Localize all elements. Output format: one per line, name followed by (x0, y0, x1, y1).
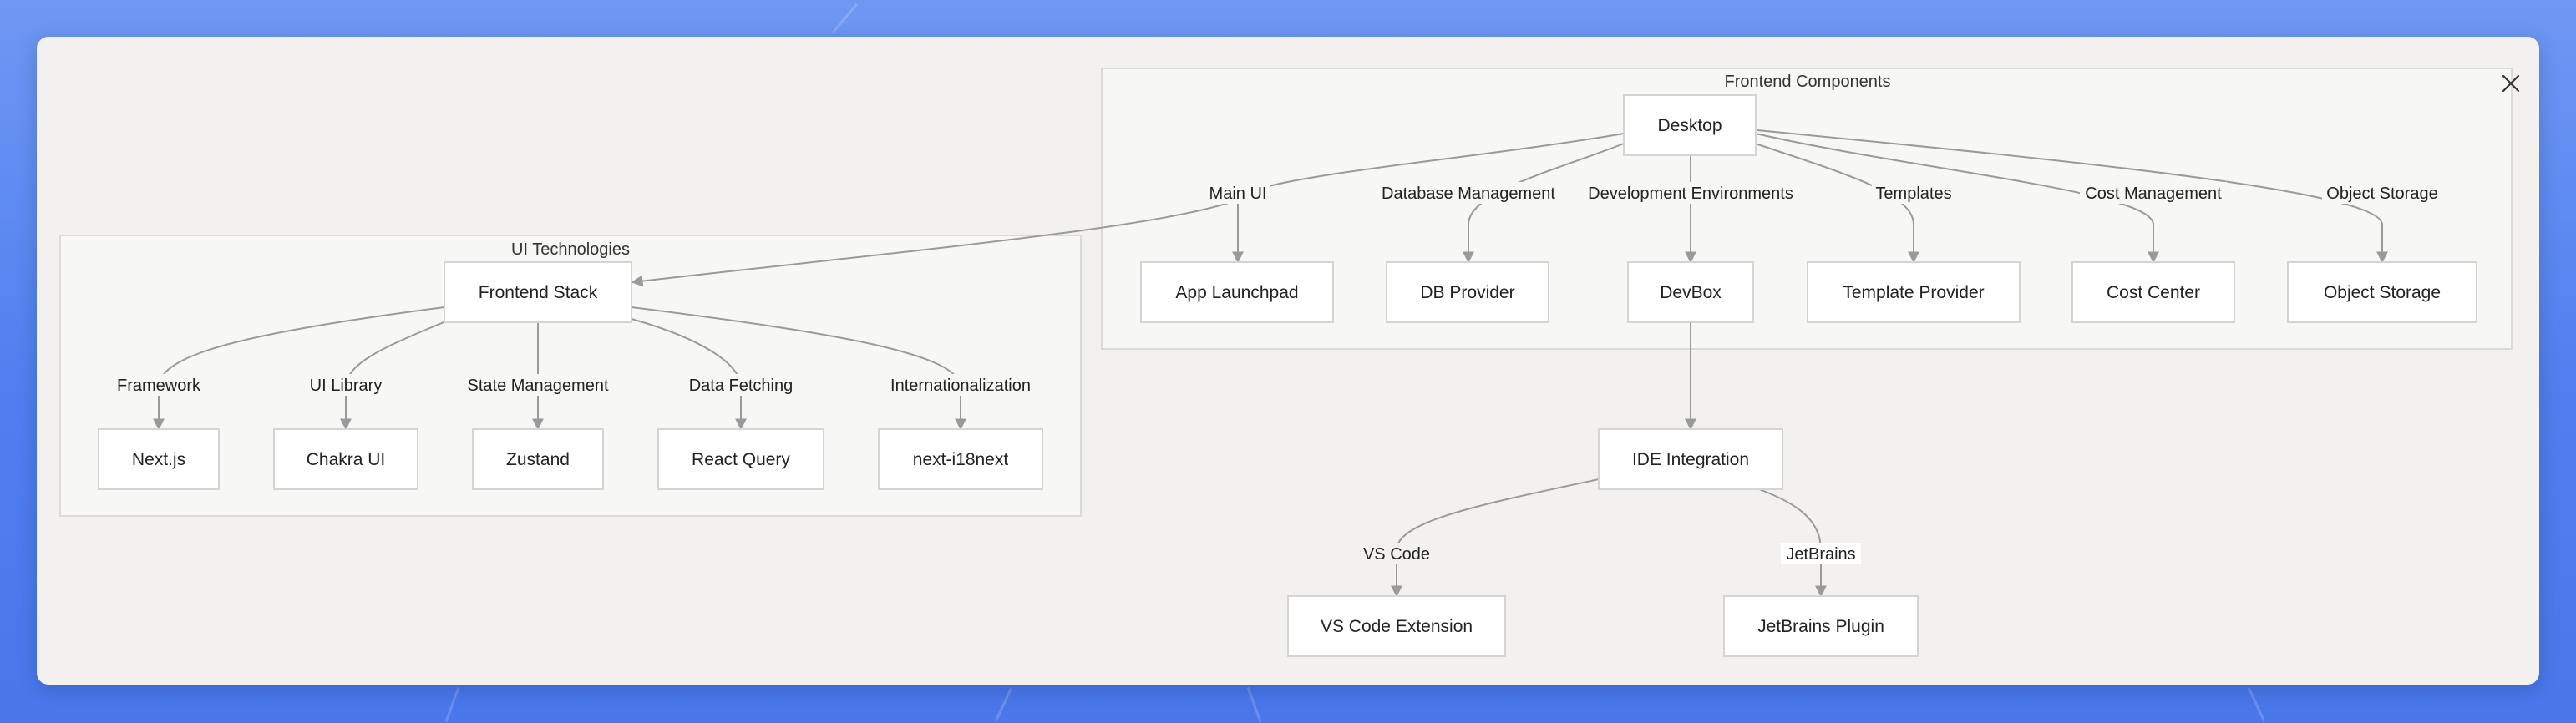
edge-label-templates: Templates (1875, 185, 1951, 203)
node-ide-integration[interactable]: IDE Integration (1598, 428, 1783, 490)
node-chakra-ui[interactable]: Chakra UI (273, 428, 418, 490)
node-app-launchpad[interactable]: App Launchpad (1140, 261, 1334, 323)
node-devbox[interactable]: DevBox (1627, 261, 1754, 323)
node-nextjs[interactable]: Next.js (98, 428, 220, 490)
close-icon (2502, 74, 2520, 93)
node-react-query[interactable]: React Query (657, 428, 824, 490)
wallpaper-streak (444, 686, 460, 723)
node-template-provider-label: Template Provider (1843, 283, 1984, 302)
edge-label-internationalization: Internationalization (890, 377, 1031, 395)
wallpaper-streak (2247, 687, 2266, 722)
node-object-storage[interactable]: Object Storage (2287, 261, 2477, 323)
node-frontend-stack[interactable]: Frontend Stack (444, 261, 632, 323)
edge-label-database-management: Database Management (1382, 185, 1555, 203)
cluster-ui-title: UI Technologies (511, 240, 630, 259)
node-object-storage-label: Object Storage (2324, 283, 2441, 302)
node-devbox-label: DevBox (1660, 283, 1722, 302)
node-chakra-ui-label: Chakra UI (307, 450, 386, 469)
architecture-diagram: Frontend Components UI Technologies Main… (59, 68, 2513, 657)
edge-label-state-management: State Management (468, 377, 609, 395)
edge-label-object-storage: Object Storage (2326, 185, 2437, 203)
node-frontend-stack-label: Frontend Stack (479, 283, 598, 302)
edge-label-main-ui: Main UI (1209, 185, 1267, 203)
node-zustand[interactable]: Zustand (472, 428, 604, 490)
node-react-query-label: React Query (692, 450, 790, 469)
close-button[interactable] (2494, 67, 2528, 100)
edge-label-ui-library: UI Library (310, 377, 383, 395)
node-template-provider[interactable]: Template Provider (1807, 261, 2021, 323)
edge-label-jetbrains: JetBrains (1786, 545, 1855, 564)
node-next-i18next[interactable]: next-i18next (878, 428, 1043, 490)
node-zustand-label: Zustand (506, 450, 570, 469)
edge-vs-code (1391, 478, 1600, 598)
node-db-provider[interactable]: DB Provider (1386, 261, 1549, 323)
edge-label-framework: Framework (117, 377, 201, 395)
cluster-frontend-title: Frontend Components (1724, 73, 1890, 91)
node-ide-integration-label: IDE Integration (1632, 450, 1749, 469)
node-cost-center[interactable]: Cost Center (2071, 261, 2235, 323)
edge-label-cost-management: Cost Management (2085, 185, 2222, 203)
edge-label-development-environments: Development Environments (1588, 185, 1793, 203)
node-cost-center-label: Cost Center (2107, 283, 2200, 302)
node-jetbrains-plugin-label: JetBrains Plugin (1757, 617, 1884, 636)
diagram-viewer-window: Frontend Components UI Technologies Main… (37, 37, 2539, 685)
wallpaper-streak (994, 687, 1013, 722)
node-db-provider-label: DB Provider (1420, 283, 1514, 302)
node-desktop-label: Desktop (1657, 116, 1722, 135)
edge-label-data-fetching: Data Fetching (689, 377, 794, 395)
edge-label-vs-code: VS Code (1363, 545, 1430, 564)
node-next-i18next-label: next-i18next (913, 450, 1009, 469)
node-vs-code-extension[interactable]: VS Code Extension (1287, 595, 1506, 657)
node-jetbrains-plugin[interactable]: JetBrains Plugin (1723, 595, 1919, 657)
wallpaper-streak (832, 3, 858, 33)
node-nextjs-label: Next.js (132, 450, 185, 469)
node-desktop[interactable]: Desktop (1623, 94, 1757, 156)
wallpaper-streak (1246, 686, 1262, 723)
node-app-launchpad-label: App Launchpad (1175, 283, 1298, 302)
node-vs-code-extension-label: VS Code Extension (1321, 617, 1473, 636)
